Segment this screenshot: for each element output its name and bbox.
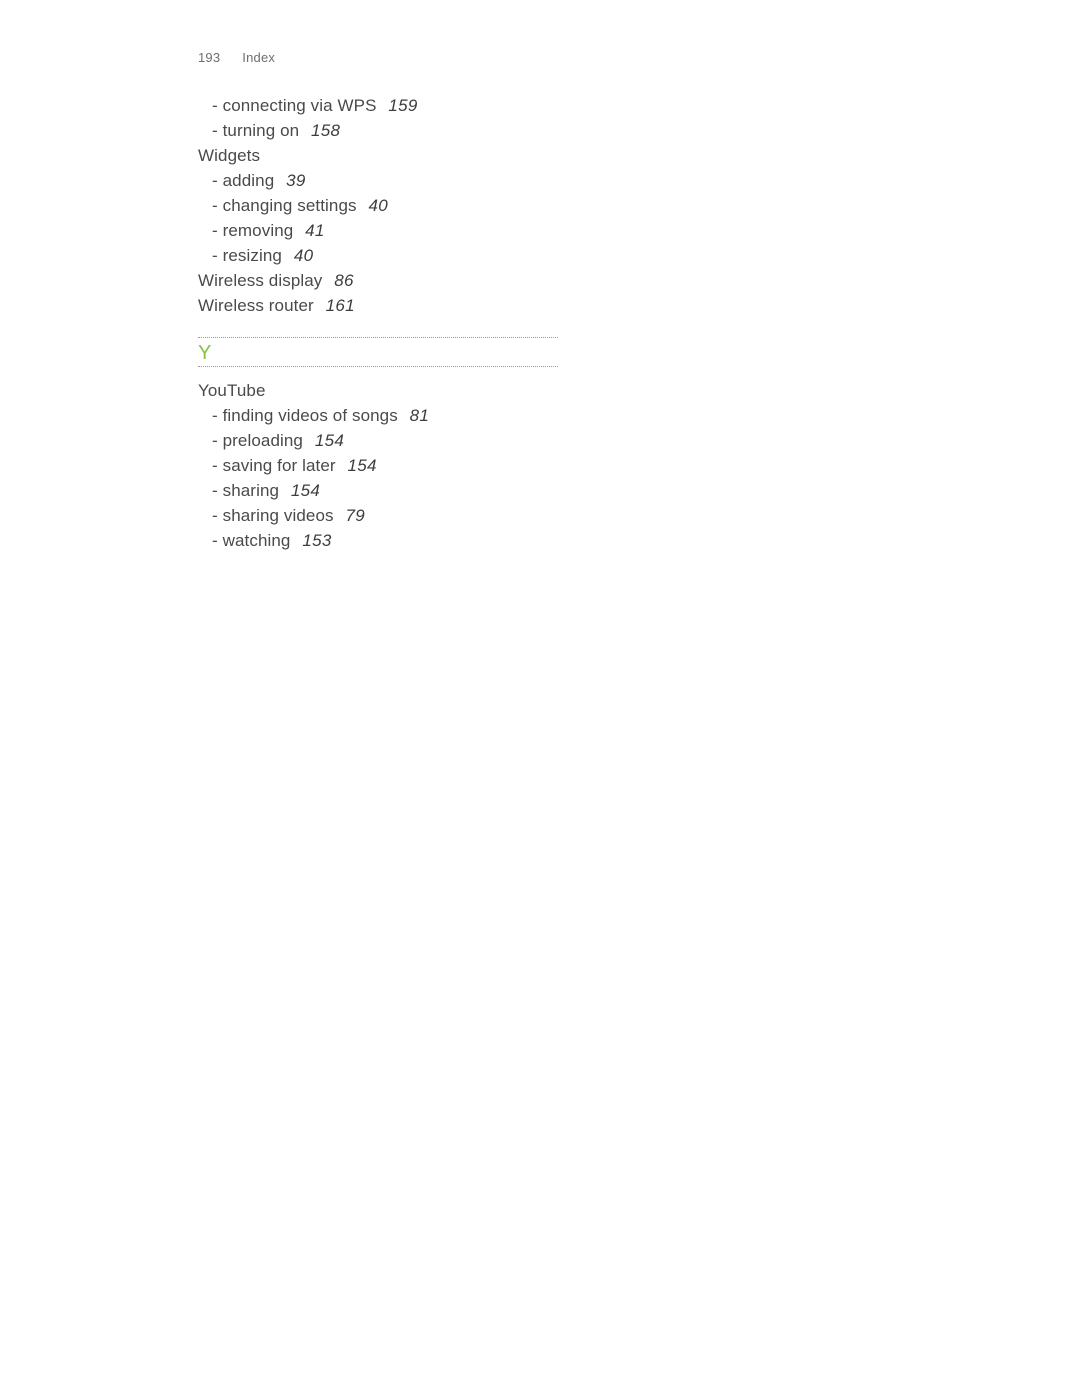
entry-dash: - [212,246,218,265]
section-title: Index [242,50,276,65]
index-entry-heading: YouTube [198,378,718,403]
letter-section-divider: Y [198,337,558,367]
index-entry: - turning on 158 [198,118,718,143]
index-entry: - removing 41 [198,218,718,243]
entry-dash: - [212,221,218,240]
entry-label: adding [222,171,275,190]
entry-folio: 154 [314,431,345,450]
index-group-widgets: Widgets - adding 39 - changing settings … [198,143,718,268]
index-entry: Wireless router 161 [198,293,718,318]
entry-label: Wireless router [198,296,314,315]
entry-label: watching [222,531,291,550]
entry-folio: 81 [409,406,430,425]
entry-folio: 154 [290,481,321,500]
entry-label: preloading [222,431,303,450]
index-entry: - sharing videos 79 [198,503,718,528]
entry-dash: - [212,431,218,450]
index-entry: - adding 39 [198,168,718,193]
entry-dash: - [212,196,218,215]
entry-label: changing settings [222,196,357,215]
entry-folio: 159 [388,96,418,115]
index-entry: - watching 153 [198,528,718,553]
entry-dash: - [212,506,218,525]
running-header: 193 Index [198,50,275,65]
letter-heading: Y [198,342,212,364]
index-group-youtube: YouTube - finding videos of songs 81 - p… [198,378,718,553]
entry-label: removing [222,221,294,240]
entry-label: YouTube [198,381,266,400]
index-page: 193 Index - connecting via WPS 159 - tur… [0,0,1080,1397]
entry-folio: 154 [347,456,377,475]
entry-folio: 153 [302,531,332,550]
index-entry: - changing settings 40 [198,193,718,218]
entry-folio: 39 [286,171,306,190]
entry-folio: 79 [345,506,365,525]
entry-label: Widgets [198,146,261,165]
index-group-continued: - connecting via WPS 159 - turning on 15… [198,93,718,143]
entry-label: sharing [222,481,280,500]
entry-dash: - [212,406,218,425]
index-entry: - connecting via WPS 159 [198,93,718,118]
entry-dash: - [212,121,218,140]
entry-folio: 161 [325,296,355,315]
entry-folio: 40 [293,246,314,265]
index-group-standalone: Wireless display 86 Wireless router 161 [198,268,718,318]
index-entry: - resizing 40 [198,243,718,268]
index-entry: - sharing 154 [198,478,718,503]
entry-dash: - [212,481,218,500]
index-entry-list: - connecting via WPS 159 - turning on 15… [198,93,718,553]
entry-dash: - [212,456,218,475]
entry-label: sharing videos [222,506,334,525]
entry-label: finding videos of songs [222,406,398,425]
entry-dash: - [212,171,218,190]
entry-label: resizing [222,246,282,265]
entry-folio: 41 [305,221,325,240]
entry-label: connecting via WPS [222,96,377,115]
index-entry: - finding videos of songs 81 [198,403,718,428]
entry-folio: 40 [368,196,388,215]
entry-dash: - [212,531,218,550]
entry-folio: 86 [334,271,354,290]
index-entry: - preloading 154 [198,428,718,453]
entry-folio: 158 [311,121,341,140]
entry-dash: - [212,96,218,115]
index-entry-heading: Widgets [198,143,718,168]
page-number: 193 [198,50,221,65]
index-entry: Wireless display 86 [198,268,718,293]
entry-label: turning on [222,121,300,140]
entry-label: Wireless display [198,271,323,290]
entry-label: saving for later [222,456,336,475]
index-entry: - saving for later 154 [198,453,718,478]
